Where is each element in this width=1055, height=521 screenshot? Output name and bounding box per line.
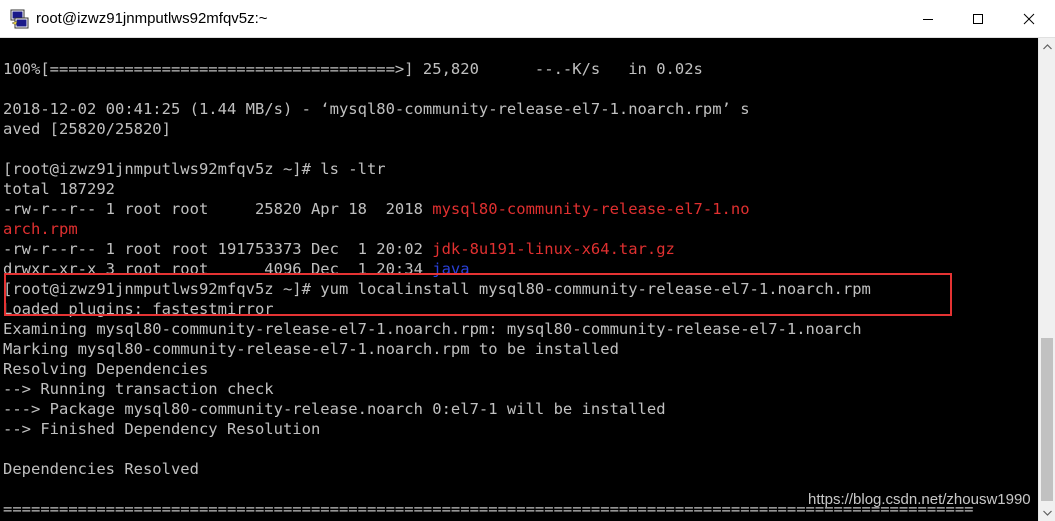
terminal-line: total 187292: [3, 179, 115, 199]
maximize-button[interactable]: [953, 0, 1003, 38]
terminal-text: [root@izwz91jnmputlws92mfqv5z ~]# ls -lt…: [3, 160, 386, 178]
directory-name: java: [432, 260, 470, 278]
terminal-line: ---> Package mysql80-community-release.n…: [3, 399, 666, 419]
terminal-text: [root@izwz91jnmputlws92mfqv5z ~]# yum lo…: [3, 280, 871, 298]
terminal-text: total 187292: [3, 180, 115, 198]
close-button[interactable]: [1003, 0, 1055, 38]
terminal-line: Loaded plugins: fastestmirror: [3, 299, 274, 319]
scroll-up-button[interactable]: [1039, 38, 1055, 55]
terminal-line: --> Running transaction check: [3, 379, 274, 399]
terminal-text: --> Running transaction check: [3, 380, 274, 398]
terminal-line: Marking mysql80-community-release-el7-1.…: [3, 339, 619, 359]
title-bar[interactable]: root@izwz91jnmputlws92mfqv5z:~: [0, 0, 1055, 38]
terminal-line: Dependencies Resolved: [3, 459, 199, 479]
terminal-text: 2018-12-02 00:41:25 (1.44 MB/s) - ‘mysql…: [3, 100, 750, 118]
terminal-line: 100%[===================================…: [3, 59, 703, 79]
maximize-icon: [973, 13, 983, 24]
putty-icon[interactable]: [8, 8, 30, 30]
vertical-scrollbar[interactable]: [1038, 38, 1055, 521]
terminal-line: drwxr-xr-x 3 root root 4096 Dec 1 20:34 …: [3, 259, 470, 279]
scroll-up-icon: [1042, 43, 1052, 49]
terminal-text: Loaded plugins: fastestmirror: [3, 300, 274, 318]
terminal-text: Dependencies Resolved: [3, 460, 199, 478]
terminal-text: drwxr-xr-x 3 root root 4096 Dec 1 20:34: [3, 260, 433, 278]
terminal-text: aved [25820/25820]: [3, 120, 171, 138]
scroll-thumb[interactable]: [1041, 338, 1053, 501]
terminal-text: Resolving Dependencies: [3, 360, 209, 378]
window-title: root@izwz91jnmputlws92mfqv5z:~: [36, 10, 268, 27]
terminal-line: arch.rpm: [3, 219, 78, 239]
minimize-icon: [923, 18, 933, 20]
scroll-down-icon: [1042, 510, 1052, 516]
terminal-line: Resolving Dependencies: [3, 359, 208, 379]
scroll-down-button[interactable]: [1039, 504, 1055, 521]
close-icon: [1023, 13, 1035, 24]
terminal-line: -rw-r--r-- 1 root root 191753373 Dec 1 2…: [3, 239, 675, 259]
terminal-text: Marking mysql80-community-release-el7-1.…: [3, 340, 619, 358]
file-name: jdk-8u191-linux-x64.tar.gz: [432, 240, 675, 258]
terminal-line: -rw-r--r-- 1 root root 25820 Apr 18 2018…: [3, 199, 750, 219]
file-name: mysql80-community-release-el7-1.no: [432, 200, 750, 218]
terminal-line: --> Finished Dependency Resolution: [3, 419, 320, 439]
file-name: arch.rpm: [3, 220, 78, 238]
watermark: https://blog.csdn.net/zhousw1990: [808, 491, 1031, 508]
terminal-window: root@izwz91jnmputlws92mfqv5z:~ =========…: [0, 0, 1055, 521]
terminal-line: aved [25820/25820]: [3, 119, 171, 139]
terminal-text: Examining mysql80-community-release-el7-…: [3, 320, 862, 338]
terminal-line: 2018-12-02 00:41:25 (1.44 MB/s) - ‘mysql…: [3, 99, 750, 119]
terminal-line: Examining mysql80-community-release-el7-…: [3, 319, 862, 339]
terminal-text: -rw-r--r-- 1 root root 191753373 Dec 1 2…: [3, 240, 433, 258]
window-controls: [903, 0, 1055, 38]
terminal-line: [root@izwz91jnmputlws92mfqv5z ~]# yum lo…: [3, 279, 871, 299]
terminal-text: 100%[===================================…: [3, 60, 703, 78]
terminal-output[interactable]: ========================================…: [0, 38, 1038, 521]
terminal-text: --> Finished Dependency Resolution: [3, 420, 321, 438]
terminal-line: [root@izwz91jnmputlws92mfqv5z ~]# ls -lt…: [3, 159, 386, 179]
terminal-text: -rw-r--r-- 1 root root 25820 Apr 18 2018: [3, 200, 433, 218]
minimize-button[interactable]: [903, 0, 953, 38]
terminal-text: ---> Package mysql80-community-release.n…: [3, 400, 666, 418]
